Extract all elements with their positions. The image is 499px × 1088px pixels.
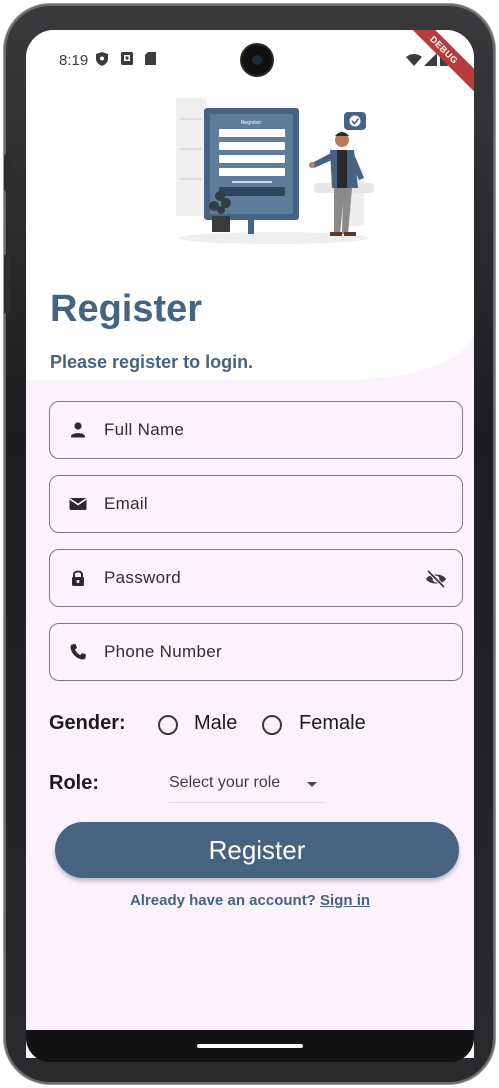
dropdown-arrow-icon: [307, 782, 317, 787]
gender-male-radio[interactable]: [158, 715, 178, 735]
svg-text:Register: Register: [241, 120, 263, 126]
phone-number-field[interactable]: Phone Number: [49, 623, 463, 681]
phone-placeholder: Phone Number: [104, 642, 222, 661]
phone-icon: [70, 644, 86, 660]
role-placeholder: Select your role: [169, 774, 281, 791]
gender-female-radio[interactable]: [262, 715, 282, 735]
signin-prompt: Already have an account?: [129, 892, 321, 909]
password-placeholder: Password: [104, 568, 182, 587]
role-dropdown[interactable]: Select your role: [169, 768, 325, 803]
gender-label: Gender:: [49, 712, 126, 734]
front-camera: [242, 45, 272, 75]
shield-icon: [96, 52, 108, 66]
volume-button: [4, 154, 10, 192]
register-button[interactable]: Register: [55, 822, 459, 878]
power-button: [4, 254, 10, 314]
signin-link[interactable]: Sign in: [320, 892, 370, 909]
register-illustration: Register: [176, 98, 374, 244]
mail-icon: [69, 498, 87, 510]
debug-ribbon: DEBUG: [395, 30, 474, 99]
gender-female-label[interactable]: Female: [299, 712, 366, 735]
lock-icon: [72, 570, 84, 586]
notification-icon: [121, 52, 133, 65]
status-time: 8:19: [59, 52, 89, 69]
app-screen: 8:19 DEBUG Register Register Please regi…: [26, 30, 474, 1058]
sd-card-icon: [145, 52, 156, 65]
gender-male-label[interactable]: Male: [194, 712, 237, 735]
page-title: Register: [50, 288, 203, 330]
person-icon: [71, 422, 85, 438]
full-name-field[interactable]: Full Name: [49, 401, 463, 459]
email-field[interactable]: Email: [49, 475, 463, 533]
email-placeholder: Email: [104, 494, 149, 513]
home-indicator[interactable]: [197, 1044, 303, 1048]
debug-corner: DEBUG: [384, 30, 474, 120]
visibility-off-icon[interactable]: [424, 567, 448, 591]
signin-row: Already have an account? Sign in: [26, 892, 474, 909]
password-field[interactable]: Password: [49, 549, 463, 607]
role-label: Role:: [49, 772, 99, 794]
page-subtitle: Please register to login.: [50, 352, 254, 372]
full-name-placeholder: Full Name: [104, 420, 185, 439]
